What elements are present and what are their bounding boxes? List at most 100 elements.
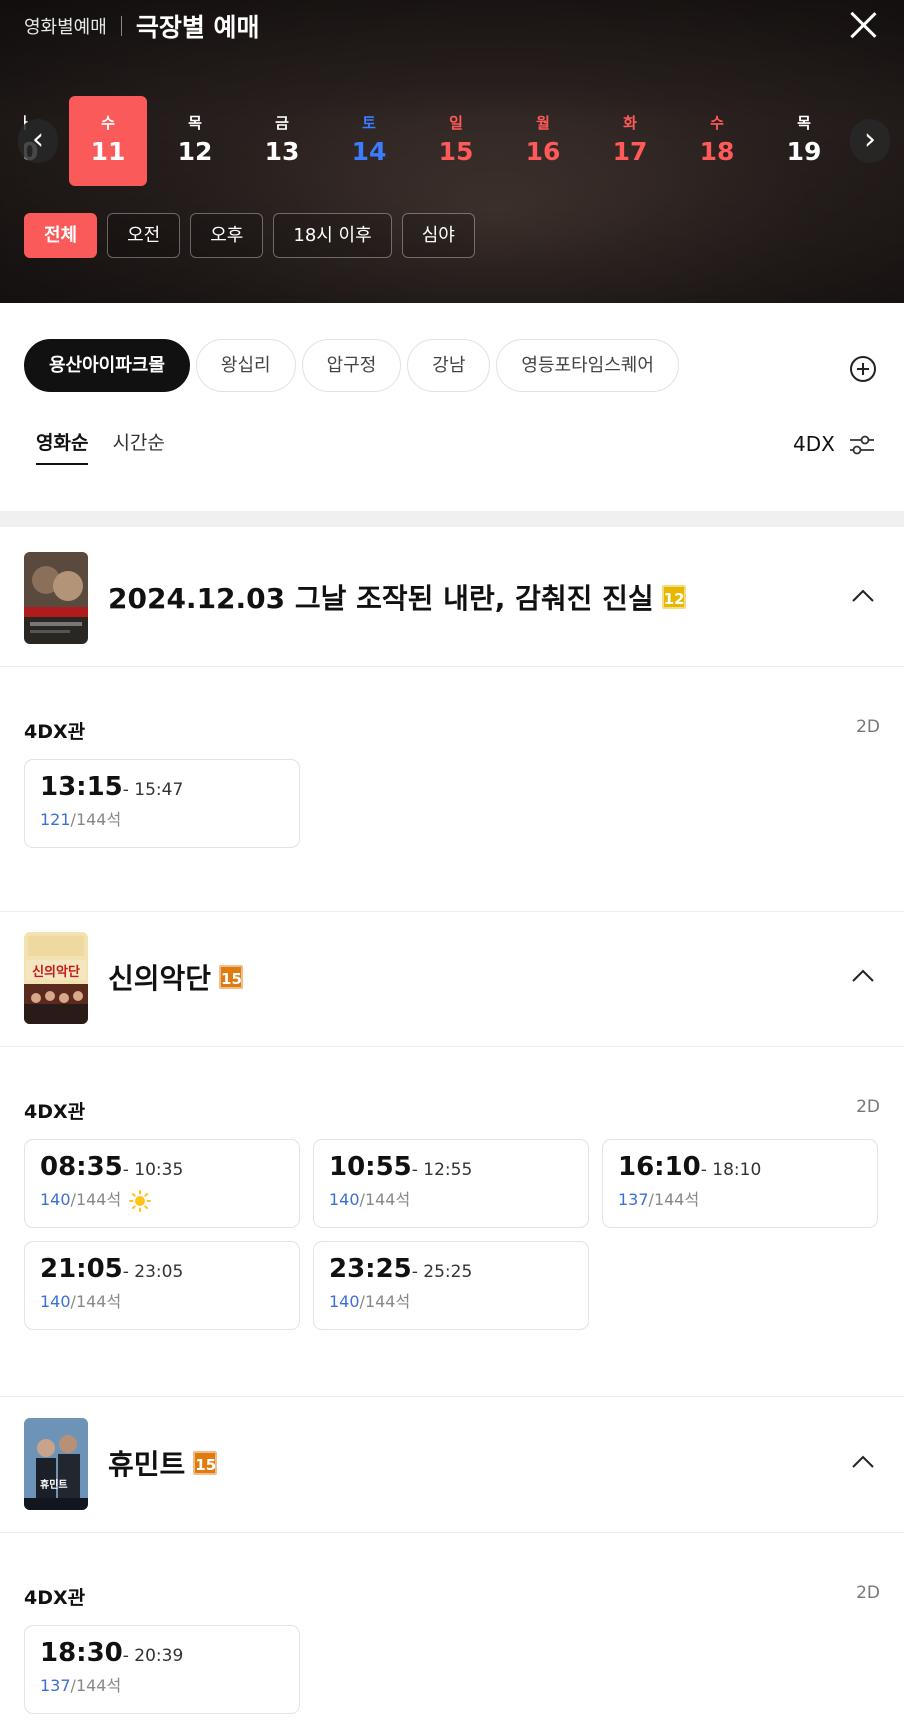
start-time: 18:30 bbox=[40, 1638, 123, 1668]
theater-chip[interactable]: 강남 bbox=[407, 339, 491, 392]
chevron-up-icon[interactable] bbox=[852, 585, 874, 607]
showtime-card[interactable]: 16:10- 18:10 137/144석 bbox=[602, 1139, 878, 1228]
total-seats: /144석 bbox=[70, 810, 122, 829]
date-number: 13 bbox=[264, 137, 300, 166]
time-filter-button[interactable]: 오전 bbox=[107, 213, 181, 258]
screen-name: 4DX관 bbox=[24, 1587, 86, 1609]
age-rating-badge: 15 bbox=[193, 1451, 218, 1475]
date-number: 12 bbox=[177, 137, 213, 166]
time-filter-group: 전체 오전 오후 18시 이후 심야 bbox=[24, 213, 475, 258]
available-seats: 137 bbox=[40, 1676, 71, 1695]
showtime-card[interactable]: 10:55- 12:55 140/144석 bbox=[313, 1139, 589, 1228]
movie-title-text: 2024.12.03 그날 조작된 내란, 감춰진 진실 bbox=[108, 582, 654, 615]
section-divider bbox=[0, 511, 904, 527]
seat-count: 140/144석 bbox=[40, 1288, 284, 1312]
showtime-card[interactable]: 21:05- 23:05 140/144석 bbox=[24, 1241, 300, 1330]
time-filter-button[interactable]: 심야 bbox=[401, 213, 475, 258]
seat-count: 140/144석 bbox=[329, 1186, 573, 1210]
sort-by-time[interactable]: 시간순 bbox=[112, 428, 164, 465]
filter-sliders-icon[interactable] bbox=[848, 433, 876, 457]
end-time: - 10:35 bbox=[122, 1160, 184, 1180]
chevron-up-icon[interactable] bbox=[852, 965, 874, 987]
start-time: 08:35 bbox=[40, 1152, 123, 1182]
date-selector: ‹ 화10수11목12금13토14일15월16화17수18목19 › bbox=[0, 96, 904, 188]
date-number: 16 bbox=[525, 137, 561, 166]
theater-chip[interactable]: 왕십리 bbox=[195, 339, 296, 392]
start-time: 10:55 bbox=[329, 1152, 412, 1182]
movie-header[interactable]: 2024.12.03 그날 조작된 내란, 감춰진 진실 12 bbox=[0, 527, 904, 667]
date-weekday: 토 bbox=[362, 114, 376, 132]
date-list: 화10수11목12금13토14일15월16화17수18목19 bbox=[24, 96, 880, 188]
sort-tabs: 영화순 시간순 bbox=[36, 428, 165, 465]
date-item[interactable]: 수 18 bbox=[678, 96, 756, 186]
date-item[interactable]: 일 15 bbox=[417, 96, 495, 186]
theater-chip-list: 용산아이파크몰 왕십리 압구정 강남 영등포타임스퀘어 bbox=[24, 339, 679, 392]
movie-poster bbox=[24, 552, 88, 644]
theater-chip[interactable]: 압구정 bbox=[301, 339, 402, 392]
showtime-range: 16:10- 18:10 bbox=[618, 1152, 862, 1182]
showtime-grid: 13:15- 15:47 121/144석 bbox=[24, 759, 880, 848]
date-weekday: 목 bbox=[797, 114, 811, 132]
date-item[interactable]: 화 17 bbox=[591, 96, 669, 186]
screen-info: 4DX관 2D bbox=[0, 707, 904, 759]
close-icon[interactable] bbox=[848, 10, 878, 40]
showtime-range: 13:15- 15:47 bbox=[40, 772, 284, 802]
date-number: 15 bbox=[438, 137, 474, 166]
age-rating-badge: 15 bbox=[219, 965, 244, 989]
tab-by-theater[interactable]: 극장별 예매 bbox=[136, 8, 260, 44]
date-item[interactable]: 월 16 bbox=[504, 96, 582, 186]
screen-name: 4DX관 bbox=[24, 721, 86, 743]
showtime-range: 21:05- 23:05 bbox=[40, 1254, 284, 1284]
date-item[interactable]: 목 12 bbox=[156, 96, 234, 186]
sort-by-movie[interactable]: 영화순 bbox=[36, 428, 89, 465]
start-time: 13:15 bbox=[40, 772, 123, 802]
date-item[interactable]: 수 11 bbox=[69, 96, 147, 186]
showtime-card[interactable]: 13:15- 15:47 121/144석 bbox=[24, 759, 300, 848]
screen-format: 2D bbox=[856, 1097, 880, 1117]
end-time: - 18:10 bbox=[700, 1160, 762, 1180]
total-seats: /144석 bbox=[70, 1292, 122, 1311]
screen-format: 2D bbox=[856, 1583, 880, 1603]
showtime-card[interactable]: 18:30- 20:39 137/144석 bbox=[24, 1625, 300, 1714]
format-filter-label[interactable]: 4DX bbox=[793, 432, 835, 456]
date-item[interactable]: 토 14 bbox=[330, 96, 408, 186]
chevron-left-icon[interactable]: ‹ bbox=[18, 119, 58, 163]
add-theater-icon[interactable] bbox=[850, 356, 876, 382]
end-time: - 23:05 bbox=[122, 1262, 184, 1282]
date-number: 19 bbox=[786, 137, 822, 166]
tab-by-movie[interactable]: 영화별예매 bbox=[24, 13, 107, 39]
header-banner: 영화별예매 극장별 예매 ‹ 화10수11목12금13토14일15월16화17수… bbox=[0, 0, 904, 303]
time-filter-button[interactable]: 18시 이후 bbox=[273, 213, 392, 258]
movie-section: 휴민트 휴민트 15 4DX관 2D 18:30- 20:39 137/144석 bbox=[0, 1393, 904, 1714]
end-time: - 20:39 bbox=[122, 1646, 184, 1666]
date-item[interactable]: 목 19 bbox=[765, 96, 843, 186]
available-seats: 140 bbox=[329, 1292, 360, 1311]
movie-title-text: 신의악단 bbox=[108, 962, 212, 995]
chevron-up-icon[interactable] bbox=[852, 1451, 874, 1473]
movie-poster: 신의악단 bbox=[24, 932, 88, 1024]
date-item[interactable]: 금 13 bbox=[243, 96, 321, 186]
seat-count: 140/144석 bbox=[329, 1288, 573, 1312]
movie-section: 신의악단 신의악단 15 4DX관 2D 08:35- 10:35 140/144… bbox=[0, 907, 904, 1330]
tab-separator bbox=[120, 16, 122, 36]
time-filter-button[interactable]: 오후 bbox=[190, 213, 264, 258]
total-seats: /144석 bbox=[359, 1292, 411, 1311]
start-time: 23:25 bbox=[329, 1254, 412, 1284]
total-seats: /144석 bbox=[70, 1676, 122, 1695]
theater-chip[interactable]: 용산아이파크몰 bbox=[24, 339, 190, 392]
showtime-card[interactable]: 23:25- 25:25 140/144석 bbox=[313, 1241, 589, 1330]
time-filter-button[interactable]: 전체 bbox=[24, 213, 98, 258]
showtime-card[interactable]: 08:35- 10:35 140/144석 bbox=[24, 1139, 300, 1228]
showtime-range: 08:35- 10:35 bbox=[40, 1152, 284, 1182]
showtime-grid: 08:35- 10:35 140/144석 10:55- 12:55 140/144석… bbox=[24, 1139, 880, 1330]
chevron-right-icon[interactable]: › bbox=[850, 119, 890, 163]
start-time: 21:05 bbox=[40, 1254, 123, 1284]
movie-header[interactable]: 신의악단 신의악단 15 bbox=[0, 907, 904, 1047]
available-seats: 140 bbox=[40, 1292, 71, 1311]
date-number: 14 bbox=[351, 137, 387, 166]
available-seats: 121 bbox=[40, 810, 71, 829]
showtime-range: 10:55- 12:55 bbox=[329, 1152, 573, 1182]
theater-chip[interactable]: 영등포타임스퀘어 bbox=[496, 339, 679, 392]
movie-header[interactable]: 휴민트 휴민트 15 bbox=[0, 1393, 904, 1533]
date-weekday: 목 bbox=[188, 114, 202, 132]
